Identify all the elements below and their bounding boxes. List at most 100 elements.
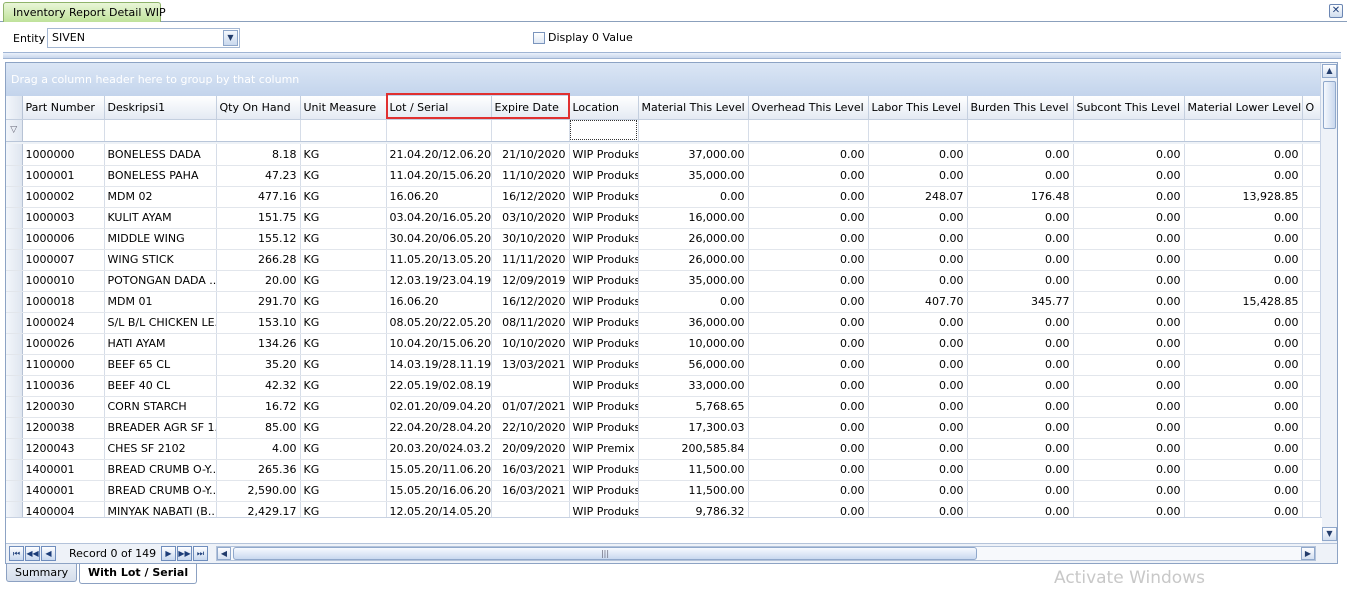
grid-cell[interactable]: 0.00 bbox=[868, 333, 968, 355]
grid-cell[interactable]: 0.00 bbox=[748, 438, 869, 460]
grid-cell[interactable]: 15,428.85 bbox=[1184, 291, 1303, 313]
table-row[interactable]: 1000010 POTONGAN DADA ... 20.00 KG 12.03.19/… bbox=[6, 270, 1325, 292]
grid-cell[interactable]: 16/12/2020 bbox=[491, 291, 570, 313]
grid-cell[interactable]: 1000018 bbox=[22, 291, 105, 313]
grid-cell[interactable]: 0.00 bbox=[1184, 396, 1303, 418]
grid-cell[interactable]: 0.00 bbox=[868, 480, 968, 502]
grid-cell[interactable]: WIP Produksi bbox=[569, 354, 639, 376]
hscroll-thumb[interactable]: ||| bbox=[233, 547, 977, 560]
grid-cell[interactable]: 0.00 bbox=[1184, 249, 1303, 271]
grid-cell[interactable]: POTONGAN DADA ... bbox=[104, 270, 217, 292]
grid-cell[interactable]: 0.00 bbox=[967, 354, 1074, 376]
grid-cell[interactable]: 0.00 bbox=[967, 270, 1074, 292]
filter-cell[interactable] bbox=[1184, 119, 1303, 142]
column-header[interactable]: Deskripsi1 bbox=[104, 96, 217, 120]
grid-cell[interactable]: KG bbox=[300, 186, 387, 208]
grid-cell[interactable]: WIP Produksi bbox=[569, 417, 639, 439]
grid-cell[interactable]: 0.00 bbox=[748, 165, 869, 187]
grid-cell[interactable]: 20.03.20/024.03.20 bbox=[386, 438, 492, 460]
grid-cell[interactable]: 0.00 bbox=[967, 375, 1074, 397]
next-page-icon[interactable]: ▶▶ bbox=[177, 546, 192, 561]
grid-cell[interactable]: 0.00 bbox=[748, 417, 869, 439]
grid-cell[interactable]: 1000024 bbox=[22, 312, 105, 334]
grid-cell[interactable]: WIP Produksi bbox=[569, 165, 639, 187]
grid-cell[interactable]: 1000010 bbox=[22, 270, 105, 292]
grid-cell[interactable]: WIP Produksi bbox=[569, 144, 639, 166]
grid-cell[interactable]: 176.48 bbox=[967, 186, 1074, 208]
grid-cell[interactable]: 0.00 bbox=[967, 459, 1074, 481]
column-header[interactable]: Labor This Level bbox=[868, 96, 968, 120]
grid-cell[interactable]: 0.00 bbox=[1073, 480, 1185, 502]
grid-cell[interactable]: 0.00 bbox=[1073, 207, 1185, 229]
grid-cell[interactable]: 13/03/2021 bbox=[491, 354, 570, 376]
row-indicator[interactable] bbox=[6, 165, 23, 187]
column-header[interactable]: Part Number bbox=[22, 96, 105, 120]
grid-cell[interactable]: 03/10/2020 bbox=[491, 207, 570, 229]
grid-cell[interactable]: 1100000 bbox=[22, 354, 105, 376]
grid-cell[interactable]: 11/11/2020 bbox=[491, 249, 570, 271]
grid-cell[interactable]: 0.00 bbox=[868, 207, 968, 229]
row-indicator[interactable] bbox=[6, 375, 23, 397]
grid-cell[interactable]: KG bbox=[300, 291, 387, 313]
row-indicator[interactable] bbox=[6, 270, 23, 292]
grid-cell[interactable]: BREADER AGR SF 1... bbox=[104, 417, 217, 439]
grid-cell[interactable]: CHES SF 2102 bbox=[104, 438, 217, 460]
grid-cell[interactable]: WIP Produksi bbox=[569, 375, 639, 397]
grid-cell[interactable]: 407.70 bbox=[868, 291, 968, 313]
grid-cell[interactable]: 30/10/2020 bbox=[491, 228, 570, 250]
row-indicator[interactable] bbox=[6, 459, 23, 481]
grid-cell[interactable]: 16/12/2020 bbox=[491, 186, 570, 208]
grid-cell[interactable]: 08/11/2020 bbox=[491, 312, 570, 334]
column-header[interactable]: Material Lower Level bbox=[1184, 96, 1303, 120]
grid-cell[interactable]: 0.00 bbox=[748, 312, 869, 334]
grid-cell[interactable]: 1400001 bbox=[22, 459, 105, 481]
table-row[interactable]: 1200030 CORN STARCH 16.72 KG 02.01.20/09.04.… bbox=[6, 396, 1325, 418]
grid-cell[interactable]: 0.00 bbox=[967, 207, 1074, 229]
grid-cell[interactable]: 2,590.00 bbox=[216, 480, 301, 502]
first-record-icon[interactable]: ⏮ bbox=[9, 546, 24, 561]
grid-cell[interactable]: 0.00 bbox=[967, 249, 1074, 271]
column-header[interactable]: Material This Level bbox=[638, 96, 749, 120]
row-indicator[interactable] bbox=[6, 480, 23, 502]
grid-cell[interactable]: 0.00 bbox=[638, 291, 749, 313]
grid-cell[interactable]: 0.00 bbox=[967, 480, 1074, 502]
grid-cell[interactable]: 0.00 bbox=[868, 438, 968, 460]
grid-cell[interactable]: 0.00 bbox=[1073, 144, 1185, 166]
grid-cell[interactable]: 0.00 bbox=[748, 186, 869, 208]
grid-cell[interactable]: KG bbox=[300, 312, 387, 334]
grid-cell[interactable]: 0.00 bbox=[868, 270, 968, 292]
grid-cell[interactable]: 0.00 bbox=[1184, 312, 1303, 334]
grid-cell[interactable]: 0.00 bbox=[1073, 459, 1185, 481]
scroll-thumb[interactable] bbox=[1323, 81, 1336, 129]
grid-cell[interactable]: 11,500.00 bbox=[638, 459, 749, 481]
grid-cell[interactable]: 0.00 bbox=[967, 396, 1074, 418]
grid-cell[interactable]: 16/03/2021 bbox=[491, 459, 570, 481]
grid-cell[interactable]: BREAD CRUMB O-Y... bbox=[104, 480, 217, 502]
grid-cell[interactable]: 0.00 bbox=[1184, 375, 1303, 397]
tab-summary[interactable]: Summary bbox=[6, 564, 78, 582]
grid-cell[interactable]: 08.05.20/22.05.20 bbox=[386, 312, 492, 334]
checkbox-icon[interactable] bbox=[533, 31, 545, 44]
filter-cell[interactable] bbox=[868, 119, 968, 142]
next-record-icon[interactable]: ▶ bbox=[161, 546, 176, 561]
filter-cell[interactable] bbox=[491, 119, 570, 142]
tab-inventory-report-detail-wip[interactable]: Inventory Report Detail WIP bbox=[3, 2, 166, 22]
grid-cell[interactable]: 26,000.00 bbox=[638, 249, 749, 271]
grid-cell[interactable]: 0.00 bbox=[868, 375, 968, 397]
grid-cell[interactable]: 16.06.20 bbox=[386, 186, 492, 208]
grid-cell[interactable]: 0.00 bbox=[1184, 354, 1303, 376]
table-row[interactable]: 1400001 BREAD CRUMB O-Y... 2,590.00 KG 15.05… bbox=[6, 480, 1325, 502]
row-indicator[interactable] bbox=[6, 228, 23, 250]
grid-cell[interactable]: 16.72 bbox=[216, 396, 301, 418]
grid-cell[interactable]: 0.00 bbox=[748, 459, 869, 481]
table-row[interactable]: 1000000 BONELESS DADA 8.18 KG 21.04.20/12.06… bbox=[6, 144, 1325, 166]
group-by-panel[interactable]: Drag a column header here to group by th… bbox=[6, 63, 1322, 96]
grid-cell[interactable]: 200,585.84 bbox=[638, 438, 749, 460]
grid-cell[interactable]: 0.00 bbox=[868, 459, 968, 481]
filter-cell[interactable] bbox=[104, 119, 217, 142]
grid-cell[interactable]: 265.36 bbox=[216, 459, 301, 481]
grid-cell[interactable]: 0.00 bbox=[748, 375, 869, 397]
table-row[interactable]: 1000024 S/L B/L CHICKEN LE... 153.10 KG 08.0… bbox=[6, 312, 1325, 334]
panel-splitter[interactable] bbox=[3, 52, 1341, 59]
grid-cell[interactable]: 0.00 bbox=[1184, 207, 1303, 229]
